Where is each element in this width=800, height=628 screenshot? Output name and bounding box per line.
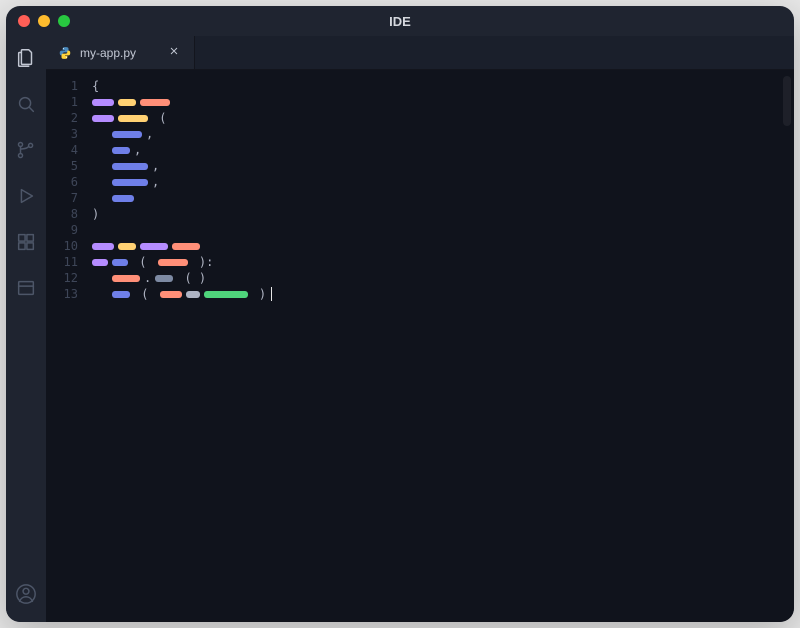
- token: [204, 291, 248, 298]
- line-number: 7: [46, 190, 78, 206]
- line-number: 8: [46, 206, 78, 222]
- punctuation: (: [152, 115, 166, 122]
- vertical-scrollbar[interactable]: [783, 76, 791, 126]
- punctuation: ,: [146, 131, 153, 138]
- code-line: ): [92, 206, 794, 222]
- text-cursor: [271, 287, 272, 301]
- token: [112, 147, 130, 154]
- line-number: 5: [46, 158, 78, 174]
- code-line: ,: [92, 158, 794, 174]
- token: [92, 99, 114, 106]
- code-line: ( ): [92, 286, 794, 302]
- punctuation: ,: [152, 179, 159, 186]
- token: [140, 243, 168, 250]
- punctuation: {: [92, 83, 99, 90]
- close-window-button[interactable]: [18, 15, 30, 27]
- git-branch-icon: [15, 139, 37, 166]
- token: [112, 131, 142, 138]
- token: [140, 99, 170, 106]
- token: [118, 115, 148, 122]
- code-line: [92, 190, 794, 206]
- token: [92, 115, 114, 122]
- token: [112, 275, 140, 282]
- token: [112, 259, 128, 266]
- code-line: ,: [92, 174, 794, 190]
- line-number: 11: [46, 254, 78, 270]
- line-number: 4: [46, 142, 78, 158]
- token: [118, 243, 136, 250]
- line-number: 2: [46, 110, 78, 126]
- window-controls: [18, 15, 70, 27]
- editor-group: my-app.py 112345678910111213 { (,,,,) ( …: [46, 36, 794, 622]
- zoom-window-button[interactable]: [58, 15, 70, 27]
- line-number-gutter: 112345678910111213: [46, 70, 88, 622]
- punctuation: (: [134, 291, 156, 298]
- account-icon: [15, 583, 37, 610]
- punctuation: (: [132, 259, 154, 266]
- activity-run-debug[interactable]: [12, 184, 40, 212]
- activity-account[interactable]: [12, 582, 40, 610]
- token: [92, 259, 108, 266]
- code-line: ( ):: [92, 254, 794, 270]
- line-number: 1: [46, 94, 78, 110]
- line-number: 6: [46, 174, 78, 190]
- code-line: [92, 222, 794, 238]
- activity-explorer[interactable]: [12, 46, 40, 74]
- token: [112, 291, 130, 298]
- tab-my-app-py[interactable]: my-app.py: [46, 36, 195, 69]
- minimize-window-button[interactable]: [38, 15, 50, 27]
- line-number: 9: [46, 222, 78, 238]
- token: [158, 259, 188, 266]
- punctuation: .: [144, 275, 151, 282]
- token: [92, 243, 114, 250]
- activity-preview[interactable]: [12, 276, 40, 304]
- activity-bar: [6, 36, 46, 622]
- punctuation: ): [92, 211, 99, 218]
- token: [172, 243, 200, 250]
- code-line: [92, 94, 794, 110]
- files-icon: [15, 47, 37, 74]
- code-line: {: [92, 78, 794, 94]
- punctuation: ( ): [177, 275, 206, 282]
- ide-window: IDE: [6, 6, 794, 622]
- punctuation: ,: [152, 163, 159, 170]
- workbench: my-app.py 112345678910111213 { (,,,,) ( …: [6, 36, 794, 622]
- play-icon: [15, 185, 37, 212]
- punctuation: ): [252, 291, 266, 298]
- code-content[interactable]: { (,,,,) ( ):. ( ) ( ): [88, 70, 794, 622]
- activity-search[interactable]: [12, 92, 40, 120]
- close-icon: [168, 45, 180, 60]
- punctuation: ,: [134, 147, 141, 154]
- line-number: 10: [46, 238, 78, 254]
- activity-extensions[interactable]: [12, 230, 40, 258]
- titlebar: IDE: [6, 6, 794, 36]
- token: [118, 99, 136, 106]
- layout-icon: [15, 277, 37, 304]
- code-line: ,: [92, 126, 794, 142]
- code-line: ,: [92, 142, 794, 158]
- search-icon: [15, 93, 37, 120]
- token: [155, 275, 173, 282]
- line-number: 12: [46, 270, 78, 286]
- line-number: 13: [46, 286, 78, 302]
- tab-bar: my-app.py: [46, 36, 794, 70]
- line-number: 1: [46, 78, 78, 94]
- token: [112, 163, 148, 170]
- line-number: 3: [46, 126, 78, 142]
- code-line: (: [92, 110, 794, 126]
- tab-filename: my-app.py: [80, 46, 136, 60]
- window-title: IDE: [6, 14, 794, 29]
- token: [112, 179, 148, 186]
- code-line: . ( ): [92, 270, 794, 286]
- token: [160, 291, 182, 298]
- code-editor[interactable]: 112345678910111213 { (,,,,) ( ):. ( ) ( …: [46, 70, 794, 622]
- extensions-icon: [15, 231, 37, 258]
- token: [112, 195, 134, 202]
- python-file-icon: [58, 46, 72, 60]
- punctuation: ):: [192, 259, 214, 266]
- token: [186, 291, 200, 298]
- code-line: [92, 238, 794, 254]
- tab-close-button[interactable]: [166, 45, 182, 61]
- activity-source-control[interactable]: [12, 138, 40, 166]
